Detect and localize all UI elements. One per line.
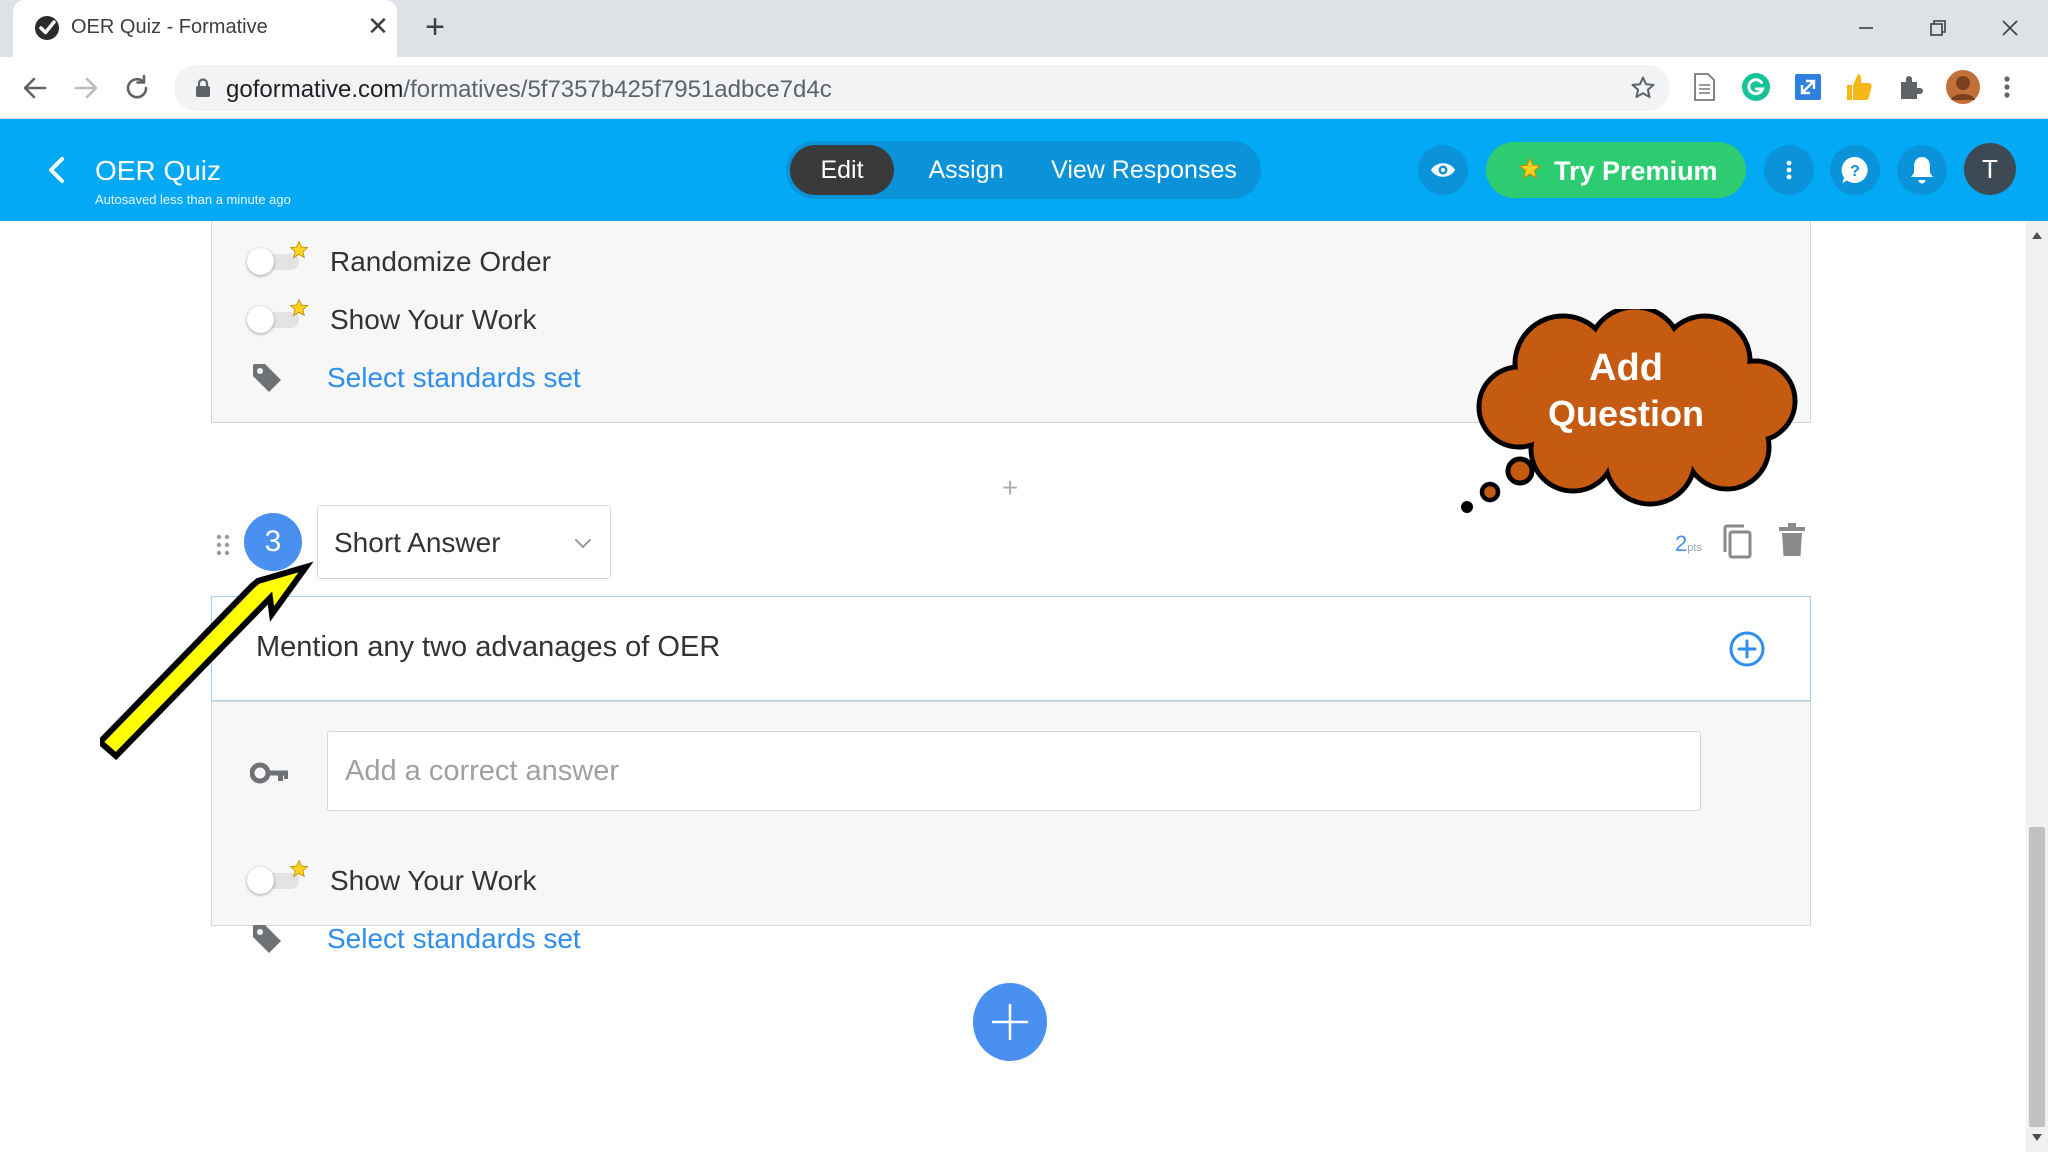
randomize-order-label: Randomize Order bbox=[330, 246, 551, 277]
more-vertical-icon bbox=[1786, 160, 1792, 180]
toggle-knob bbox=[247, 867, 274, 894]
tab-assign[interactable]: Assign bbox=[904, 145, 1028, 195]
points-value[interactable]: 2pts bbox=[1675, 531, 1702, 557]
show-your-work-label: Show Your Work bbox=[330, 865, 537, 896]
tab-view-responses[interactable]: View Responses bbox=[1036, 145, 1252, 195]
randomize-order-toggle[interactable] bbox=[247, 240, 309, 276]
show-your-work-toggle[interactable] bbox=[247, 859, 309, 895]
new-tab-button[interactable]: + bbox=[417, 10, 453, 46]
svg-text:?: ? bbox=[1850, 163, 1860, 180]
question-type-select[interactable]: Short Answer bbox=[317, 505, 611, 579]
address-bar[interactable]: goformative.com/formatives/5f7357b425f79… bbox=[174, 65, 1670, 111]
back-chevron-icon[interactable] bbox=[44, 155, 70, 185]
select-standards-link[interactable]: Select standards set bbox=[327, 923, 581, 955]
show-your-work-toggle[interactable] bbox=[247, 298, 309, 334]
eye-icon bbox=[1431, 163, 1455, 177]
key-icon bbox=[250, 762, 288, 784]
restore-icon[interactable] bbox=[1918, 8, 1958, 48]
tab-edit[interactable]: Edit bbox=[790, 145, 894, 195]
tag-icon bbox=[253, 364, 281, 392]
minimize-icon[interactable] bbox=[1846, 8, 1886, 48]
puzzle-extensions-icon[interactable] bbox=[1893, 70, 1927, 104]
try-premium-label: Try Premium bbox=[1554, 156, 1718, 186]
scroll-thumb[interactable] bbox=[2029, 827, 2045, 1127]
callout-text-line2: Question bbox=[1547, 393, 1704, 434]
more-options-button[interactable] bbox=[1764, 145, 1814, 195]
tab-close-icon[interactable]: ✕ bbox=[363, 11, 393, 41]
select-standards-link[interactable]: Select standards set bbox=[327, 362, 581, 394]
mode-switch: Edit Assign View Responses bbox=[786, 141, 1261, 199]
question-prompt-box[interactable]: Mention any two advanages of OER bbox=[211, 596, 1811, 701]
premium-star-icon bbox=[1518, 157, 1542, 180]
user-avatar[interactable]: T bbox=[1964, 143, 2016, 195]
reload-icon[interactable] bbox=[119, 70, 155, 106]
grammarly-icon[interactable] bbox=[1739, 70, 1773, 104]
window-close-icon[interactable] bbox=[1990, 8, 2030, 48]
autosave-status: Autosaved less than a minute ago bbox=[95, 192, 291, 207]
help-chat-icon: ? bbox=[1841, 156, 1868, 183]
add-question-between-button[interactable]: + bbox=[998, 474, 1022, 502]
browser-tab[interactable]: OER Quiz - Formative ✕ bbox=[13, 0, 397, 57]
scroll-up-arrow-icon[interactable] bbox=[2032, 231, 2042, 239]
scroll-down-arrow-icon[interactable] bbox=[2032, 1134, 2042, 1142]
browser-toolbar: goformative.com/formatives/5f7357b425f79… bbox=[0, 57, 2048, 119]
add-media-plus-circle-icon[interactable] bbox=[1728, 630, 1766, 668]
question-type-value: Short Answer bbox=[334, 527, 501, 558]
tag-icon bbox=[253, 925, 281, 953]
plus-icon bbox=[991, 1003, 1029, 1041]
try-premium-button[interactable]: Try Premium bbox=[1486, 142, 1746, 198]
forward-arrow-icon[interactable] bbox=[68, 70, 104, 106]
url-domain: goformative.com bbox=[226, 76, 404, 103]
resize-extension-icon[interactable] bbox=[1791, 70, 1825, 104]
premium-star-icon bbox=[289, 298, 309, 317]
callout-text-line1: Add bbox=[1589, 347, 1663, 389]
url-text: goformative.com/formatives/5f7357b425f79… bbox=[226, 76, 832, 104]
correct-answer-input[interactable] bbox=[327, 731, 1701, 811]
toggle-knob bbox=[247, 306, 274, 333]
bookmark-star-icon[interactable] bbox=[1630, 75, 1656, 101]
toggle-knob bbox=[247, 248, 274, 275]
trash-icon[interactable] bbox=[1778, 523, 1806, 557]
drag-handle-icon[interactable] bbox=[214, 532, 232, 558]
url-path: /formatives/5f7357b425f7951adbce7d4c bbox=[403, 76, 832, 103]
document-extension-icon[interactable] bbox=[1687, 70, 1721, 104]
points-unit: pts bbox=[1687, 542, 1702, 554]
thumbs-up-extension-icon[interactable] bbox=[1843, 70, 1877, 104]
yellow-pointer-arrow bbox=[100, 561, 314, 761]
help-button[interactable]: ? bbox=[1830, 145, 1880, 195]
browser-menu-icon[interactable] bbox=[1995, 70, 2019, 104]
quiz-title[interactable]: OER Quiz bbox=[95, 155, 221, 187]
formative-favicon-icon bbox=[35, 16, 59, 40]
back-arrow-icon[interactable] bbox=[17, 70, 53, 106]
chevron-down-icon bbox=[575, 539, 591, 549]
add-question-button[interactable] bbox=[973, 983, 1047, 1061]
show-your-work-label: Show Your Work bbox=[330, 304, 537, 335]
app-header: OER Quiz Autosaved less than a minute ag… bbox=[0, 119, 2048, 221]
profile-avatar-icon[interactable] bbox=[1945, 69, 1981, 105]
page-scrollbar[interactable] bbox=[2026, 221, 2048, 1152]
premium-star-icon bbox=[289, 859, 309, 878]
tab-title: OER Quiz - Formative bbox=[71, 16, 268, 38]
duplicate-icon[interactable] bbox=[1720, 523, 1754, 561]
points-number: 2 bbox=[1675, 531, 1688, 556]
notifications-button[interactable] bbox=[1897, 145, 1947, 195]
bell-icon bbox=[1911, 157, 1933, 184]
browser-tab-bar: OER Quiz - Formative ✕ + bbox=[0, 0, 2048, 57]
premium-star-icon bbox=[289, 240, 309, 259]
preview-button[interactable] bbox=[1418, 145, 1468, 195]
lock-icon bbox=[196, 78, 210, 97]
question-prompt-text[interactable]: Mention any two advanages of OER bbox=[256, 631, 720, 664]
